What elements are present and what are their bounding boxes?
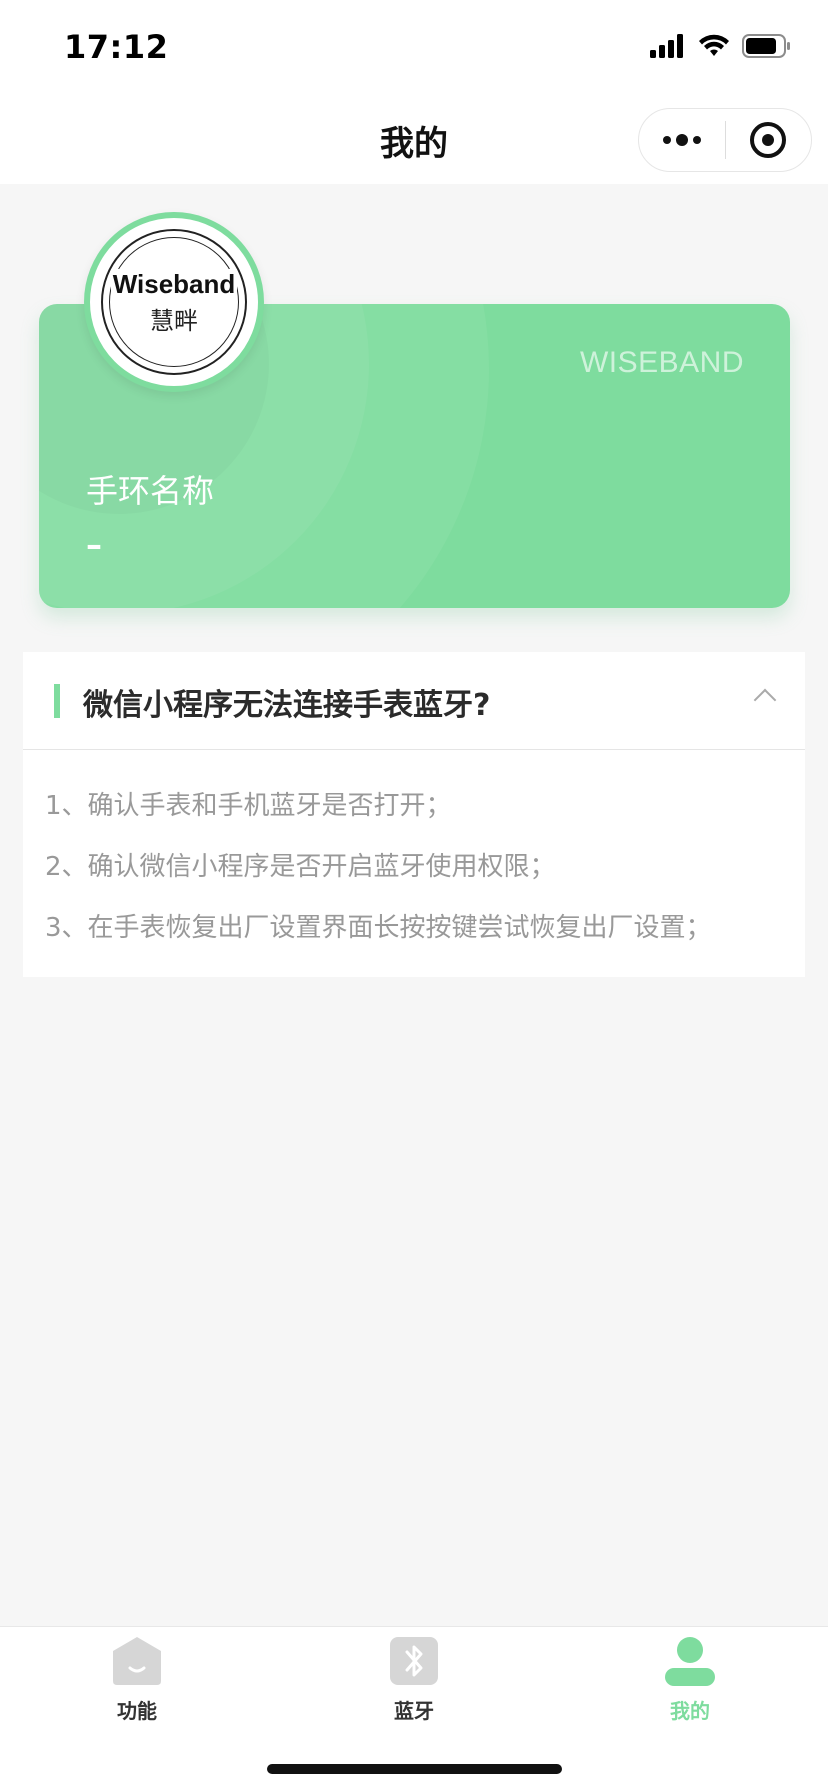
more-dot: [692, 136, 701, 144]
mini-program-capsule: [638, 108, 812, 172]
status-bar: 17:12: [0, 0, 828, 96]
faq-list: 1、确认手表和手机蓝牙是否打开； 2、确认微信小程序是否开启蓝牙使用权限； 3、…: [23, 750, 805, 977]
tab-label: 功能: [117, 1699, 157, 1723]
faq-item: 2、确认微信小程序是否开启蓝牙使用权限；: [45, 852, 556, 882]
target-ring: [750, 122, 787, 158]
status-icons: [650, 34, 792, 58]
faq-accent-bar: [54, 684, 60, 718]
close-target-icon[interactable]: [726, 108, 812, 172]
target-dot: [762, 134, 775, 146]
signal-icon: [650, 34, 683, 58]
card-brand-text: WISEBAND: [579, 346, 744, 379]
logo-text-cn: 慧畔: [150, 306, 198, 335]
page: 17:12 我的 WISEBAND 手环名称 – Wiseband 慧畔 微信小…: [0, 0, 828, 1792]
band-name-value: –: [86, 526, 102, 564]
tab-bluetooth[interactable]: 蓝牙: [334, 1635, 494, 1724]
battery-icon: [742, 34, 790, 58]
tab-function[interactable]: 功能: [57, 1635, 217, 1724]
chevron-up-icon[interactable]: [753, 688, 777, 712]
wiseband-logo: Wiseband 慧畔: [101, 229, 247, 375]
tab-mine[interactable]: 我的: [610, 1635, 770, 1724]
home-icon: [111, 1635, 163, 1687]
tab-label: 我的: [670, 1699, 710, 1723]
faq-item: 3、在手表恢复出厂设置界面长按按键尝试恢复出厂设置；: [45, 913, 712, 943]
status-time: 17:12: [64, 28, 169, 66]
profile-icon: [664, 1635, 716, 1687]
more-icon[interactable]: [639, 108, 725, 172]
faq-header[interactable]: 微信小程序无法连接手表蓝牙?: [23, 652, 805, 750]
bluetooth-icon: [388, 1635, 440, 1687]
home-indicator[interactable]: [267, 1764, 562, 1774]
more-dot: [662, 136, 671, 144]
faq-panel: 微信小程序无法连接手表蓝牙? 1、确认手表和手机蓝牙是否打开； 2、确认微信小程…: [23, 652, 805, 977]
band-name-label: 手环名称: [86, 472, 215, 510]
avatar: Wiseband 慧畔: [84, 212, 264, 392]
nav-bar: 我的: [0, 96, 828, 184]
logo-text-en: Wiseband: [110, 268, 238, 299]
faq-item: 1、确认手表和手机蓝牙是否打开；: [45, 791, 452, 821]
more-dot: [675, 134, 688, 146]
faq-title: 微信小程序无法连接手表蓝牙?: [83, 688, 491, 723]
tab-label: 蓝牙: [394, 1699, 434, 1723]
wifi-icon: [699, 34, 729, 56]
